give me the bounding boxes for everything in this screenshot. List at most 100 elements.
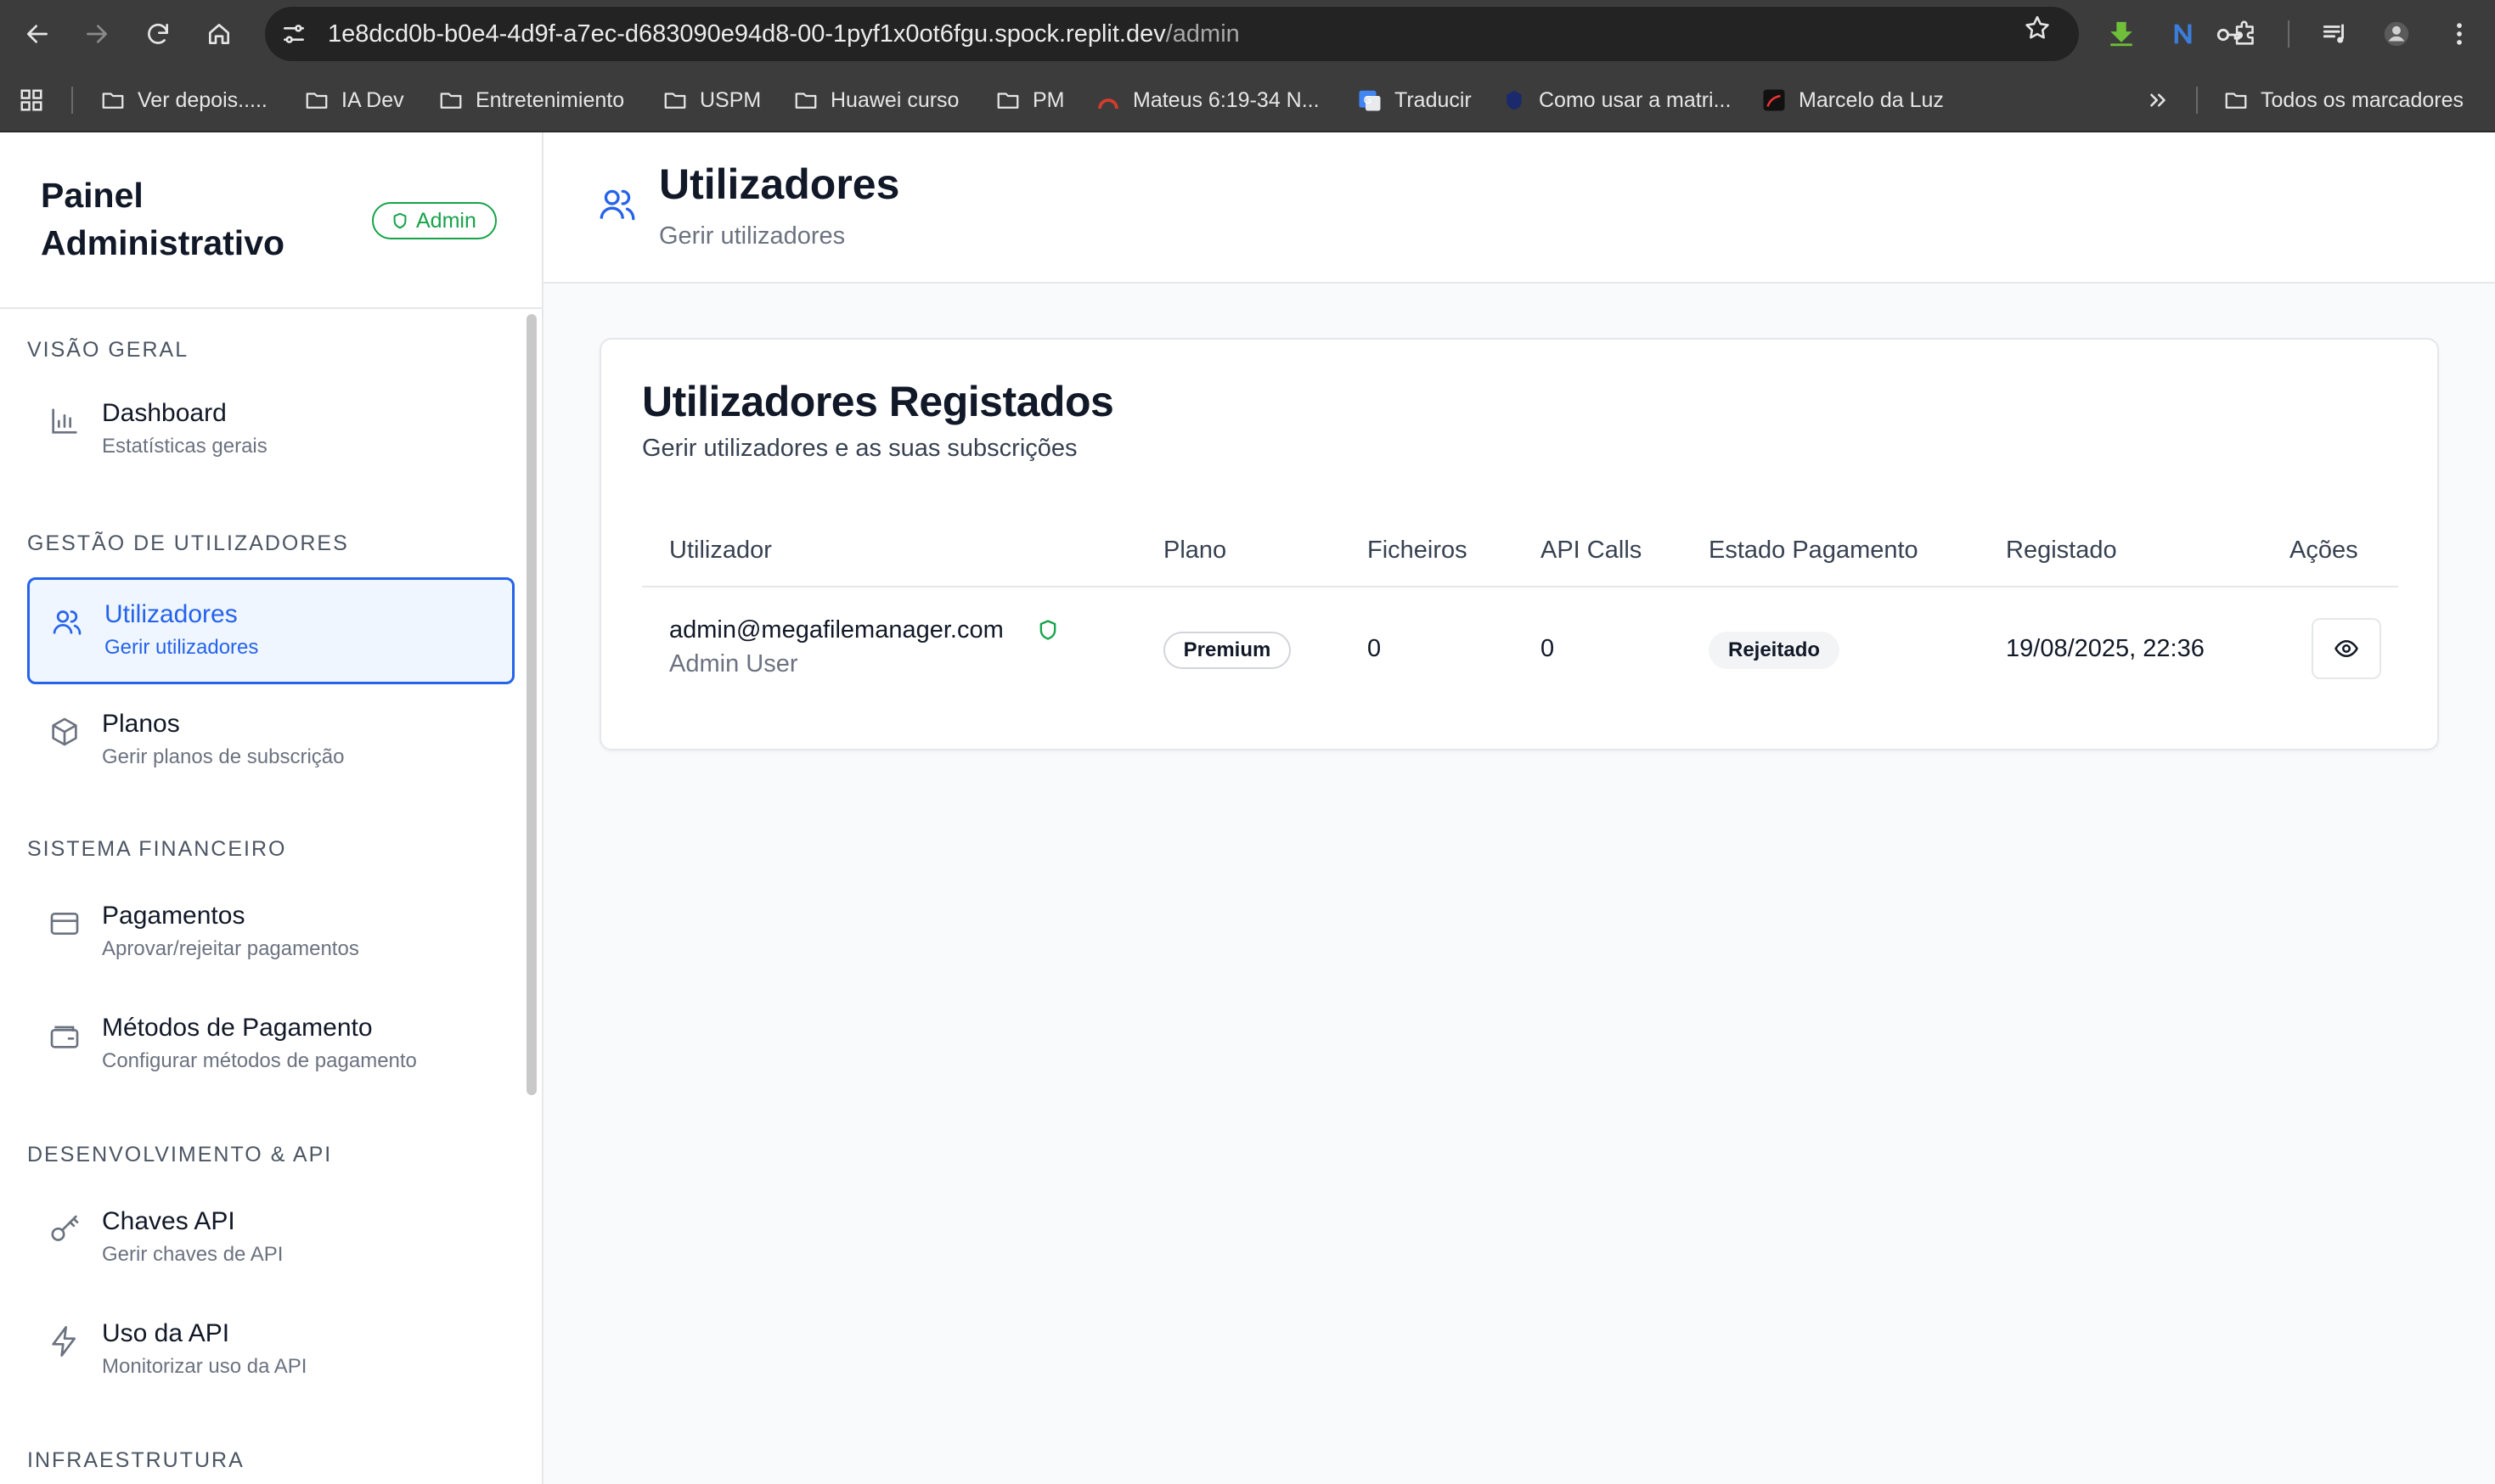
bookmark-label: Como usar a matri... xyxy=(1539,87,1732,112)
sidebar-item-title: Métodos de Pagamento xyxy=(102,1014,373,1042)
bookmark-item[interactable]: G Traducir xyxy=(1357,68,1472,132)
column-header-user: Utilizador xyxy=(669,537,772,564)
bookmark-label: Traducir xyxy=(1394,87,1472,112)
folder-icon xyxy=(2225,93,2247,109)
all-bookmarks-item[interactable]: Todos os marcadores xyxy=(2223,68,2464,132)
admin-badge: Admin xyxy=(372,202,497,239)
avatar-icon xyxy=(2384,21,2409,47)
folder-icon xyxy=(306,93,328,109)
package-icon xyxy=(48,715,82,749)
admin-badge-label: Admin xyxy=(416,208,476,233)
bookmark-label: PM xyxy=(1033,87,1065,112)
sidebar-item-payment-methods[interactable]: Métodos de Pagamento Configurar métodos … xyxy=(27,993,515,1100)
bookmark-label: Entretenimiento xyxy=(476,87,625,112)
folder-icon xyxy=(795,93,817,109)
section-label-infrastructure: INFRAESTRUTURA xyxy=(27,1448,245,1472)
puzzle-icon xyxy=(2235,20,2254,45)
sidebar-item-payments[interactable]: Pagamentos Aprovar/rejeitar pagamentos xyxy=(27,881,515,988)
url-text: 1e8dcd0b-b0e4-4d9f-a7ec-d683090e94d8-00-… xyxy=(328,7,1240,61)
payment-status-badge: Rejeitado xyxy=(1709,632,1839,669)
forward-button[interactable] xyxy=(76,14,117,54)
bookmark-item[interactable]: PM xyxy=(995,68,1065,132)
sidebar-item-api-usage[interactable]: Uso da API Monitorizar uso da API xyxy=(27,1299,515,1406)
sidebar-item-subtitle: Gerir planos de subscrição xyxy=(102,745,345,768)
api-calls-count: 0 xyxy=(1540,635,1555,662)
download-arrow-icon xyxy=(2110,21,2132,47)
bookmark-label: Mateus 6:19-34 N... xyxy=(1133,87,1320,112)
sidebar-item-title: Uso da API xyxy=(102,1319,230,1347)
user-name: Admin User xyxy=(669,650,798,677)
bookmark-item[interactable]: Como usar a matri... xyxy=(1501,68,1731,132)
site-info-icon[interactable] xyxy=(280,20,307,48)
bookmarks-separator xyxy=(2196,87,2198,114)
bookmark-item[interactable]: Huawei curso xyxy=(793,68,959,132)
extensions-button[interactable] xyxy=(2225,14,2266,54)
zap-icon xyxy=(48,1324,82,1358)
apps-button[interactable] xyxy=(19,68,44,132)
bookmarks-separator xyxy=(71,87,73,114)
bookmark-item[interactable]: Ver depois..... xyxy=(100,68,268,132)
bookmark-item[interactable]: Entretenimiento xyxy=(438,68,624,132)
shield-icon xyxy=(393,212,407,229)
sidebar-item-dashboard[interactable]: Dashboard Estatísticas gerais xyxy=(27,379,515,486)
more-vertical-icon xyxy=(2457,23,2462,45)
sidebar-item-title: Planos xyxy=(102,710,180,738)
eye-icon xyxy=(2334,640,2358,657)
sidebar-item-users[interactable]: Utilizadores Gerir utilizadores xyxy=(27,577,515,684)
users-card: Utilizadores Registados Gerir utilizador… xyxy=(600,338,2439,750)
chevron-double-right-icon xyxy=(2150,93,2166,107)
users-icon xyxy=(596,183,639,226)
svg-text:G: G xyxy=(1364,93,1372,106)
column-header-plan: Plano xyxy=(1163,537,1227,564)
bookmark-label: Ver depois..... xyxy=(138,87,268,112)
card-subtitle: Gerir utilizadores e as suas subscrições xyxy=(642,435,1078,462)
registered-date: 19/08/2025, 22:36 xyxy=(2006,635,2205,662)
arrow-right-icon xyxy=(87,25,107,43)
reload-button[interactable] xyxy=(138,14,178,54)
profile-avatar-button[interactable] xyxy=(2376,14,2417,54)
sidebar-item-api-keys[interactable]: Chaves API Gerir chaves de API xyxy=(27,1187,515,1294)
sidebar-scrollbar[interactable] xyxy=(527,314,537,1095)
main-content: Utilizadores Gerir utilizadores Utilizad… xyxy=(543,132,2495,1484)
toolbar-separator xyxy=(2288,20,2289,48)
folder-icon xyxy=(102,93,124,109)
all-bookmarks-label: Todos os marcadores xyxy=(2261,87,2464,112)
bookmark-item[interactable]: IA Dev xyxy=(304,68,404,132)
card-title: Utilizadores Registados xyxy=(642,378,1114,425)
extension-n-button[interactable] xyxy=(2164,14,2205,54)
bookmark-item[interactable]: Mateus 6:19-34 N... xyxy=(1095,68,1320,132)
folder-icon xyxy=(440,93,462,109)
folder-icon xyxy=(997,93,1019,109)
apps-grid-icon xyxy=(20,89,42,111)
media-control-button[interactable] xyxy=(2315,14,2356,54)
view-user-button[interactable] xyxy=(2312,618,2381,679)
column-header-actions: Ações xyxy=(2289,537,2358,564)
reload-icon xyxy=(148,23,168,44)
translate-favicon: G xyxy=(1359,90,1381,111)
address-bar[interactable]: 1e8dcd0b-b0e4-4d9f-a7ec-d683090e94d8-00-… xyxy=(265,7,2242,61)
sidebar-item-title: Chaves API xyxy=(102,1207,235,1235)
browser-menu-button[interactable] xyxy=(2439,14,2480,54)
extension-download-button[interactable] xyxy=(2101,14,2142,54)
sidebar-item-subtitle: Estatísticas gerais xyxy=(102,435,268,458)
sidebar-item-subtitle: Configurar métodos de pagamento xyxy=(102,1049,417,1072)
column-header-registered: Registado xyxy=(2006,537,2117,564)
sidebar-item-title: Pagamentos xyxy=(102,902,245,930)
home-icon xyxy=(209,24,229,44)
admin-sidebar: Painel Administrativo Admin VISÃO GERAL … xyxy=(0,132,543,1484)
back-button[interactable] xyxy=(17,14,58,54)
bookmark-item[interactable]: USPM xyxy=(662,68,761,132)
home-button[interactable] xyxy=(199,14,239,54)
page-subtitle: Gerir utilizadores xyxy=(659,222,846,250)
key-icon xyxy=(48,1212,82,1246)
star-icon[interactable] xyxy=(2023,14,2052,42)
sidebar-item-plans[interactable]: Planos Gerir planos de subscrição xyxy=(27,689,515,796)
more-bookmarks-button[interactable] xyxy=(2145,68,2171,132)
bookmark-item[interactable]: Marcelo da Luz xyxy=(1761,68,1944,132)
bookmark-label: IA Dev xyxy=(341,87,404,112)
site-favicon xyxy=(1763,89,1785,111)
sidebar-title: Painel Administrativo xyxy=(41,176,285,262)
sidebar-item-subtitle: Monitorizar uso da API xyxy=(102,1355,307,1378)
bookmark-label: Marcelo da Luz xyxy=(1799,87,1944,112)
section-label-dev-api: DESENVOLVIMENTO & API xyxy=(27,1143,333,1166)
